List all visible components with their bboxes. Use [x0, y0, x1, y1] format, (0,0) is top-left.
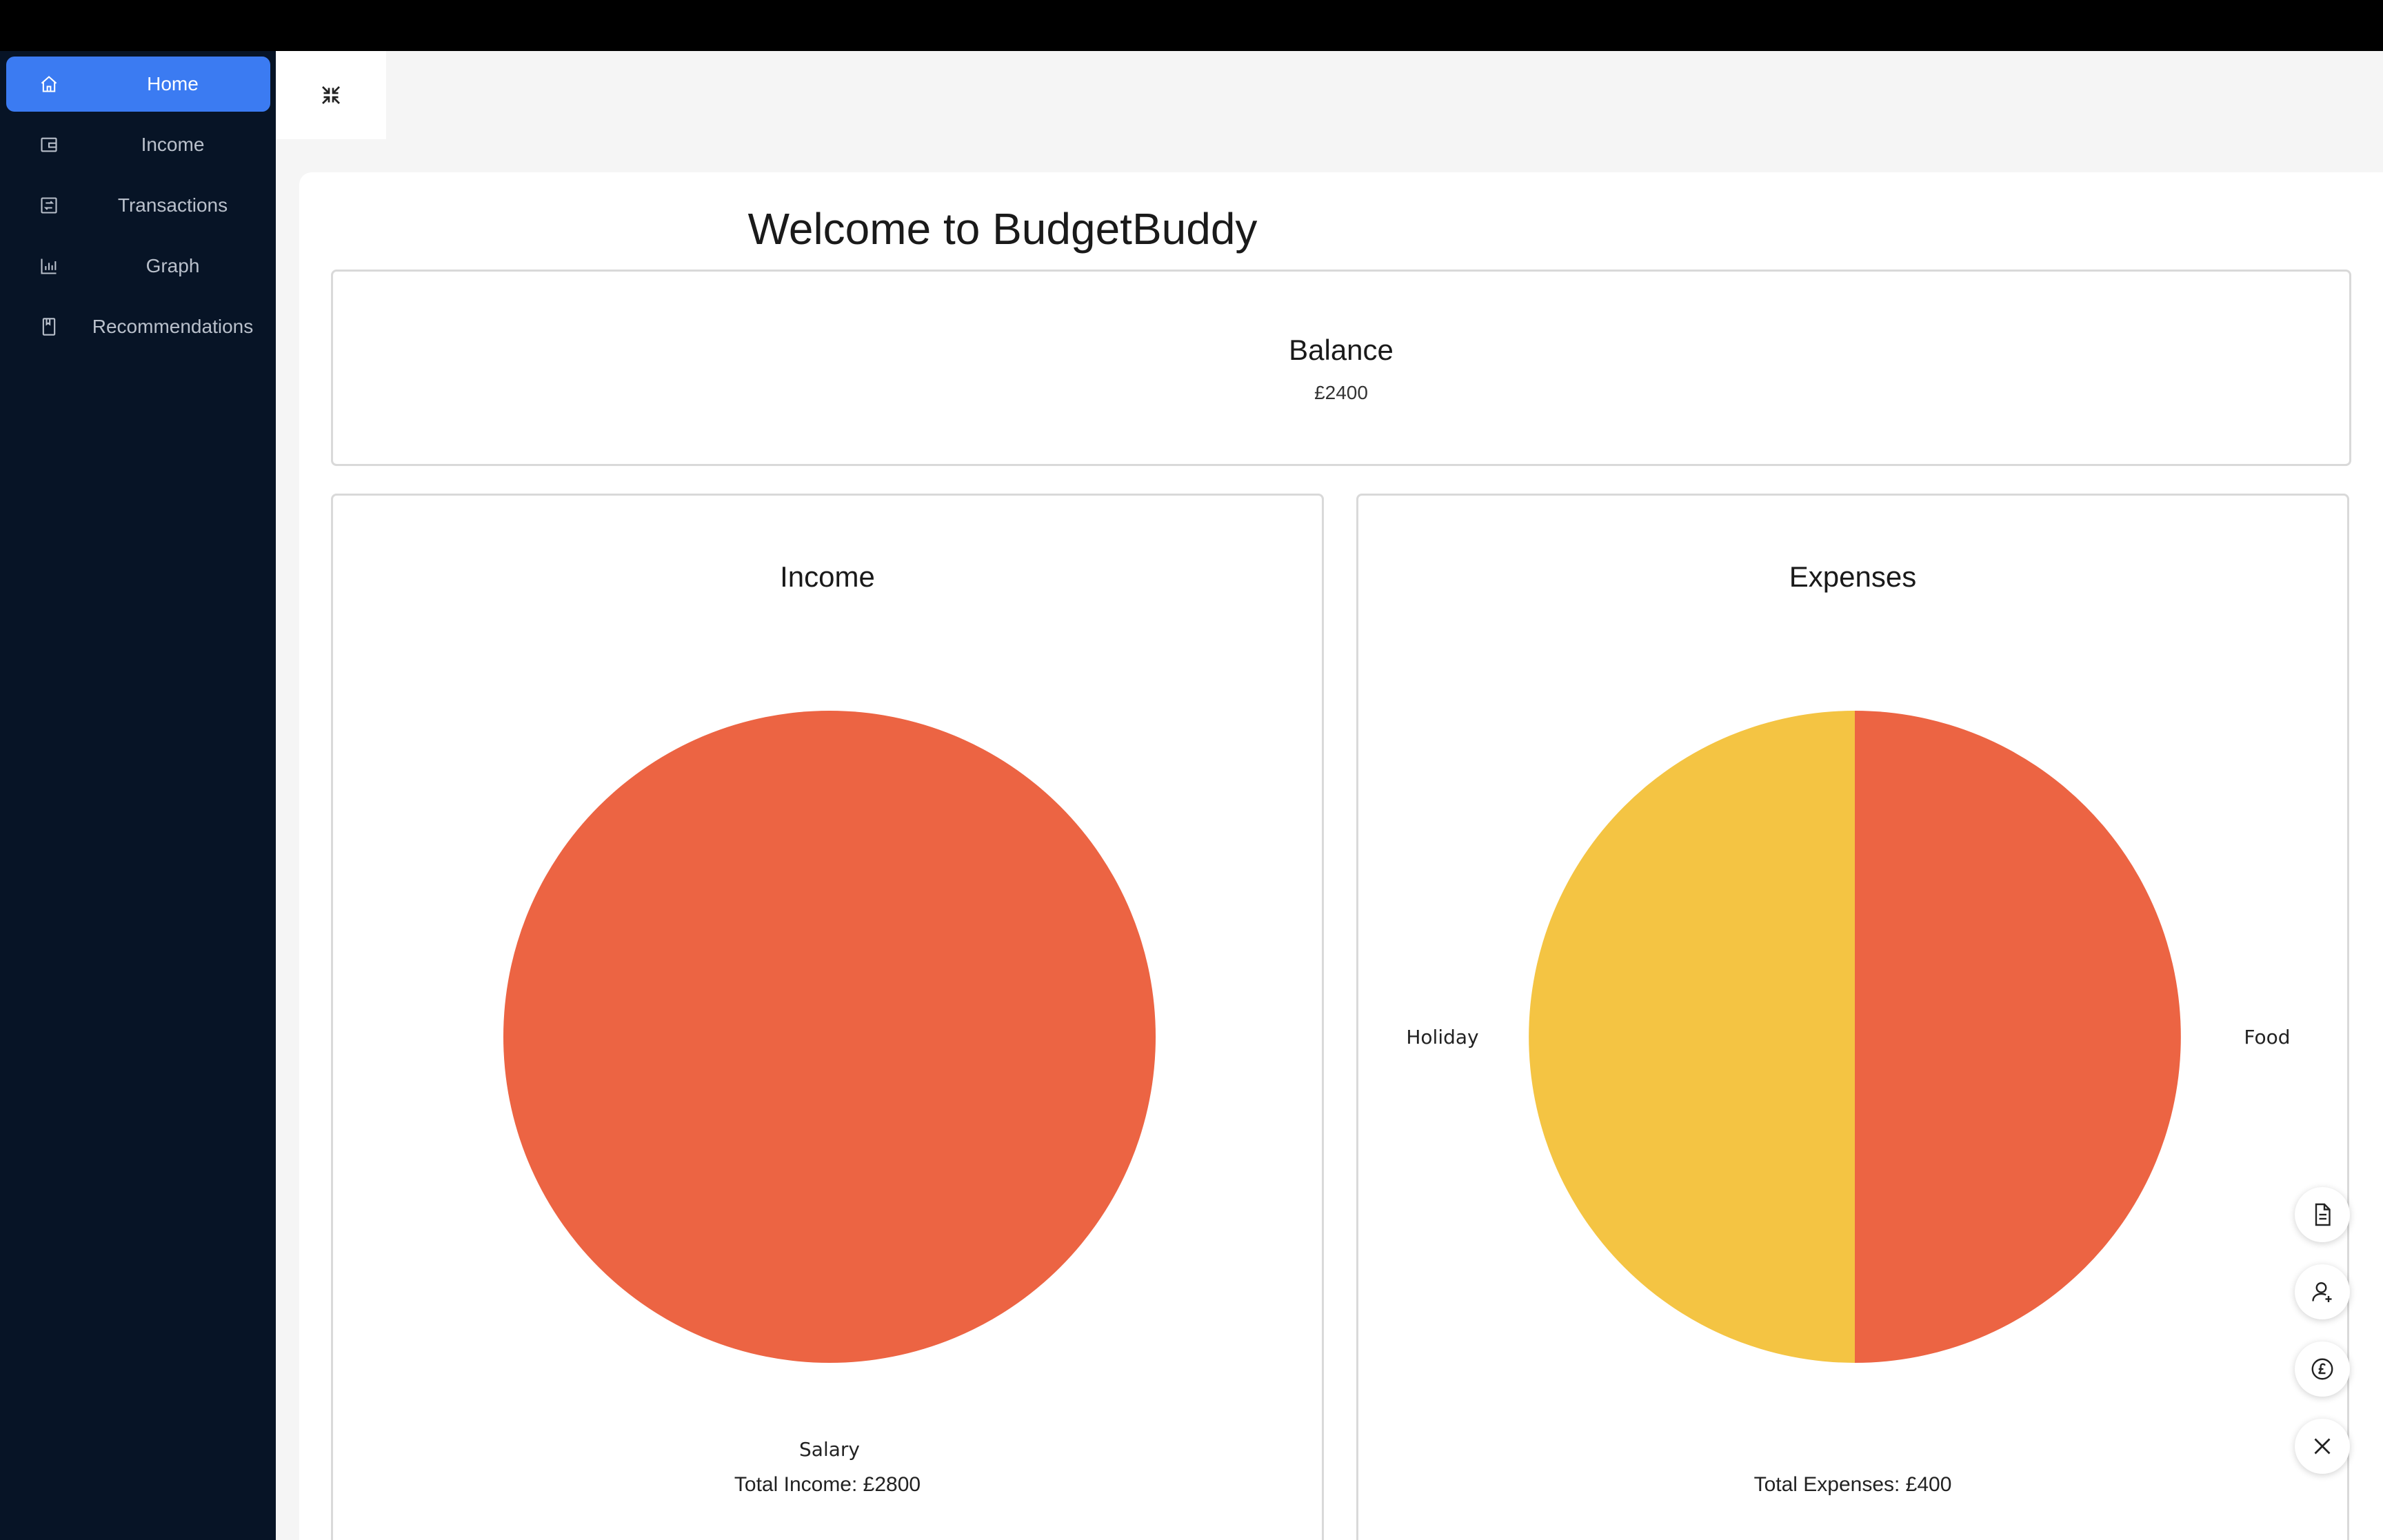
- sidebar-item-graph[interactable]: Graph: [6, 239, 270, 294]
- total-expenses: Total Expenses: £400: [1753, 1473, 1952, 1496]
- close-icon: [2314, 1438, 2331, 1455]
- add-document-fab[interactable]: [2295, 1187, 2350, 1242]
- total-income: Total Income: £2800: [734, 1473, 921, 1496]
- close-fab[interactable]: [2295, 1419, 2350, 1474]
- pie-label-food: Food: [2244, 1026, 2290, 1048]
- sidebar-item-income[interactable]: Income: [6, 117, 270, 172]
- balance-card: Balance £2400: [331, 270, 2351, 466]
- sidebar-item-transactions[interactable]: Transactions: [6, 178, 270, 233]
- book-icon: [38, 316, 60, 338]
- add-user-fab[interactable]: [2295, 1264, 2350, 1319]
- home-icon: [38, 73, 60, 95]
- pie-slice-food[interactable]: [1855, 711, 2181, 1363]
- sidebar-item-label: Home: [147, 73, 199, 94]
- income-pie-chart: Salary: [503, 711, 1156, 1461]
- bar-chart-icon: [38, 255, 60, 277]
- pie-slice-holiday[interactable]: [1529, 711, 1855, 1363]
- balance-title: Balance: [1289, 334, 1394, 366]
- sidebar-item-recommendations[interactable]: Recommendations: [6, 299, 270, 354]
- pound-coin-icon: [2311, 1358, 2333, 1380]
- expenses-pie-chart: Food Holiday: [1406, 711, 2291, 1363]
- sidebar-item-label: Graph: [145, 255, 200, 276]
- pie-label-holiday: Holiday: [1406, 1026, 1478, 1048]
- document-icon: [2315, 1203, 2331, 1226]
- collapse-sidebar-button[interactable]: [276, 51, 386, 139]
- pie-label-salary: Salary: [799, 1438, 860, 1461]
- sidebar-item-label: Recommendations: [92, 316, 254, 337]
- top-bar: [0, 0, 2383, 51]
- transactions-icon: [38, 194, 60, 216]
- sidebar-item-home[interactable]: Home: [6, 57, 270, 112]
- page-title: Welcome to BudgetBuddy: [747, 204, 1258, 254]
- collapse-icon: [322, 86, 340, 104]
- balance-value: £2400: [1314, 382, 1368, 403]
- add-user-icon: [2312, 1282, 2332, 1302]
- sidebar-item-label: Transactions: [117, 194, 228, 216]
- expenses-card: Expenses Food Holiday Total Expenses: £40…: [1356, 494, 2349, 1540]
- wallet-icon: [38, 134, 60, 156]
- pie-slice-salary[interactable]: [503, 711, 1156, 1363]
- add-money-fab[interactable]: [2295, 1341, 2350, 1397]
- sidebar: Home Income Transactions Graph Recommend…: [0, 51, 276, 1540]
- income-card: Income Salary Total Income: £2800: [331, 494, 1324, 1540]
- sidebar-item-label: Income: [141, 134, 205, 155]
